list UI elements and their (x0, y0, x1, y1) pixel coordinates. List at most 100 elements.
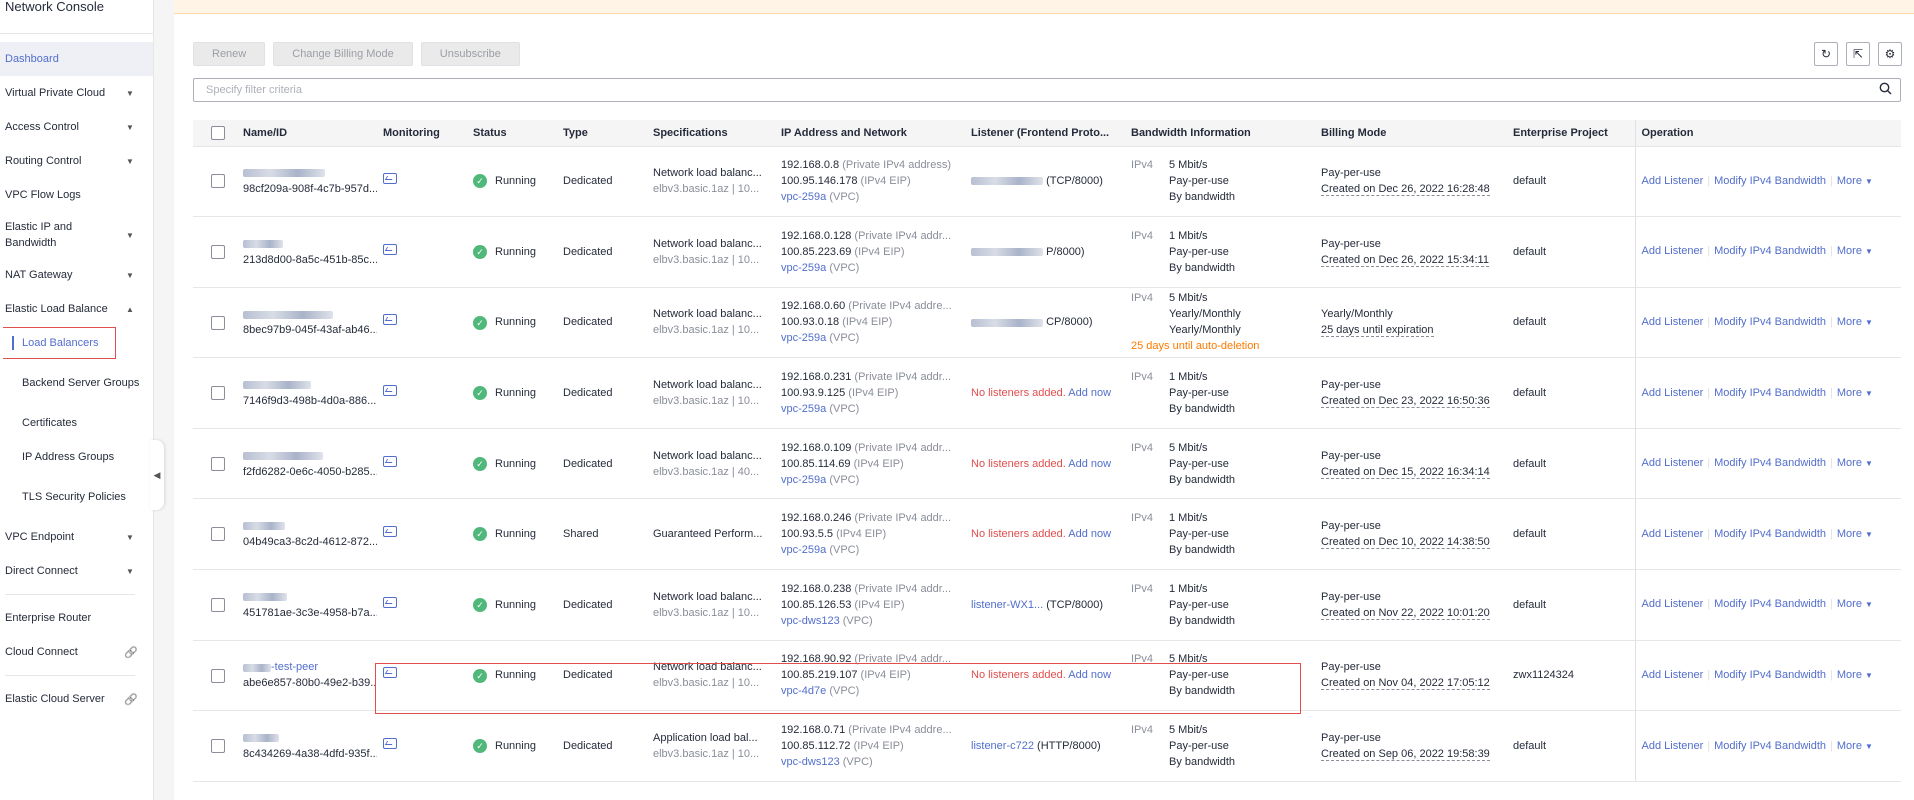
sidebar-item-elastic-load-balance[interactable]: Elastic Load Balance ▲ (0, 292, 153, 326)
vpc-link[interactable]: vpc-4d7e (781, 685, 826, 697)
monitor-icon[interactable] (383, 738, 397, 750)
sidebar-item-elastic-ip-and-bandwidth[interactable]: Elastic IP and Bandwidth ▼ (0, 212, 153, 258)
modify-bandwidth-link[interactable]: Modify IPv4 Bandwidth (1714, 245, 1826, 257)
redacted-name[interactable] (243, 239, 283, 248)
monitor-icon[interactable] (383, 455, 397, 467)
add-listener-link[interactable]: Add Listener (1642, 245, 1704, 257)
table-row[interactable]: 8bec97b9-045f-43af-ab46... ✓ Running Dedi… (193, 287, 1901, 359)
table-row[interactable]: 8c434269-4a38-4dfd-935f... ✓ Running Dedi… (193, 710, 1901, 782)
collapse-sidebar-button[interactable]: ◀ (150, 440, 164, 510)
monitor-icon[interactable] (383, 526, 397, 538)
unsubscribe-button[interactable]: Unsubscribe (420, 42, 520, 66)
sidebar-subitem-tls-security-policies[interactable]: TLS Security Policies (0, 474, 153, 520)
modify-bandwidth-link[interactable]: Modify IPv4 Bandwidth (1714, 175, 1826, 187)
row-checkbox[interactable] (211, 386, 225, 401)
add-now-link[interactable]: Add now (1068, 458, 1111, 470)
vpc-link[interactable]: vpc-dws123 (781, 756, 840, 768)
vpc-link[interactable]: vpc-259a (781, 191, 826, 203)
sidebar-item-enterprise-router[interactable]: Enterprise Router (0, 601, 153, 635)
change-billing-mode-button[interactable]: Change Billing Mode (273, 42, 413, 66)
modify-bandwidth-link[interactable]: Modify IPv4 Bandwidth (1714, 740, 1826, 752)
more-dropdown[interactable]: More ▼ (1837, 740, 1873, 752)
more-dropdown[interactable]: More ▼ (1837, 387, 1873, 399)
table-row[interactable]: 04b49ca3-8c2d-4612-872... ✓ Running Share… (193, 498, 1901, 571)
search-icon[interactable] (1879, 82, 1892, 98)
col-status[interactable]: Status (467, 120, 557, 147)
select-all-checkbox[interactable] (211, 125, 225, 140)
sidebar-item-elastic-cloud-server[interactable]: Elastic Cloud Server 🔗 (0, 682, 153, 716)
sidebar-subitem-load-balancers[interactable]: Load Balancers (0, 326, 153, 360)
more-dropdown[interactable]: More ▼ (1837, 528, 1873, 540)
sidebar-item-cloud-connect[interactable]: Cloud Connect 🔗 (0, 635, 153, 669)
modify-bandwidth-link[interactable]: Modify IPv4 Bandwidth (1714, 387, 1826, 399)
export-icon[interactable]: ⇱ (1846, 42, 1870, 66)
table-row[interactable]: 7146f9d3-498b-4d0a-886... ✓ Running Dedic… (193, 357, 1901, 429)
col-type[interactable]: Type (557, 120, 647, 147)
table-row[interactable]: 451781ae-3c3e-4958-b7a... ✓ Running Dedic… (193, 569, 1901, 641)
redacted-name[interactable] (243, 310, 333, 319)
sidebar-item-routing-control[interactable]: Routing Control ▼ (0, 144, 153, 178)
row-checkbox[interactable] (211, 668, 225, 683)
redacted-name[interactable] (243, 381, 311, 390)
redacted-name[interactable] (243, 522, 285, 531)
filter-input[interactable] (204, 83, 1879, 97)
renew-button[interactable]: Renew (193, 42, 266, 66)
row-checkbox[interactable] (211, 456, 225, 471)
col-name-id[interactable]: Name/ID (237, 120, 377, 147)
modify-bandwidth-link[interactable]: Modify IPv4 Bandwidth (1714, 598, 1826, 610)
add-listener-link[interactable]: Add Listener (1642, 528, 1704, 540)
sidebar-item-nat-gateway[interactable]: NAT Gateway ▼ (0, 258, 153, 292)
vpc-link[interactable]: vpc-259a (781, 262, 826, 274)
redacted-name[interactable] (243, 734, 279, 743)
more-dropdown[interactable]: More ▼ (1837, 457, 1873, 469)
row-checkbox[interactable] (211, 739, 225, 754)
add-listener-link[interactable]: Add Listener (1642, 457, 1704, 469)
sidebar-item-vpc-flow-logs[interactable]: VPC Flow Logs (0, 178, 153, 212)
table-row[interactable]: -test-peer abe6e857-80b0-49e2-b39... ✓ Run… (193, 640, 1901, 712)
monitor-icon[interactable] (383, 243, 397, 255)
more-dropdown[interactable]: More ▼ (1837, 316, 1873, 328)
row-checkbox[interactable] (211, 597, 225, 612)
col-billing-mode[interactable]: Billing Mode (1315, 120, 1507, 147)
monitor-icon[interactable] (383, 173, 397, 185)
table-row[interactable]: f2fd6282-0e6c-4050-b285... ✓ Running Dedi… (193, 428, 1901, 500)
monitor-icon[interactable] (383, 385, 397, 397)
monitor-icon[interactable] (383, 667, 397, 679)
vpc-link[interactable]: vpc-dws123 (781, 615, 840, 627)
row-checkbox[interactable] (211, 174, 225, 189)
add-now-link[interactable]: Add now (1068, 528, 1111, 540)
vpc-link[interactable]: vpc-259a (781, 474, 826, 486)
monitor-icon[interactable] (383, 314, 397, 326)
sidebar-item-vpc-endpoint[interactable]: VPC Endpoint ▼ (0, 520, 153, 554)
sidebar-subitem-certificates[interactable]: Certificates (0, 406, 153, 440)
sidebar-item-virtual-private-cloud[interactable]: Virtual Private Cloud ▼ (0, 76, 153, 110)
add-listener-link[interactable]: Add Listener (1642, 175, 1704, 187)
listener-link[interactable]: listener-c722 (971, 740, 1034, 752)
more-dropdown[interactable]: More ▼ (1837, 598, 1873, 610)
sidebar-subitem-backend-server-groups[interactable]: Backend Server Groups (0, 360, 153, 406)
row-checkbox[interactable] (211, 315, 225, 330)
gear-icon[interactable]: ⚙ (1878, 42, 1902, 66)
sidebar-subitem-ip-address-groups[interactable]: IP Address Groups (0, 440, 153, 474)
vpc-link[interactable]: vpc-259a (781, 403, 826, 415)
more-dropdown[interactable]: More ▼ (1837, 245, 1873, 257)
add-listener-link[interactable]: Add Listener (1642, 669, 1704, 681)
redacted-name[interactable] (243, 592, 287, 601)
refresh-icon[interactable]: ↻ (1814, 42, 1838, 66)
sidebar-item-access-control[interactable]: Access Control ▼ (0, 110, 153, 144)
add-listener-link[interactable]: Add Listener (1642, 598, 1704, 610)
modify-bandwidth-link[interactable]: Modify IPv4 Bandwidth (1714, 316, 1826, 328)
more-dropdown[interactable]: More ▼ (1837, 669, 1873, 681)
add-now-link[interactable]: Add now (1068, 387, 1111, 399)
vpc-link[interactable]: vpc-259a (781, 332, 826, 344)
vpc-link[interactable]: vpc-259a (781, 544, 826, 556)
modify-bandwidth-link[interactable]: Modify IPv4 Bandwidth (1714, 457, 1826, 469)
more-dropdown[interactable]: More ▼ (1837, 175, 1873, 187)
row-checkbox[interactable] (211, 244, 225, 259)
table-row[interactable]: 98cf209a-908f-4c7b-957d... ✓ Running Dedi… (193, 146, 1901, 218)
add-listener-link[interactable]: Add Listener (1642, 387, 1704, 399)
redacted-name[interactable] (243, 451, 323, 460)
add-listener-link[interactable]: Add Listener (1642, 316, 1704, 328)
sidebar-item-direct-connect[interactable]: Direct Connect ▼ (0, 554, 153, 588)
row-checkbox[interactable] (211, 527, 225, 542)
